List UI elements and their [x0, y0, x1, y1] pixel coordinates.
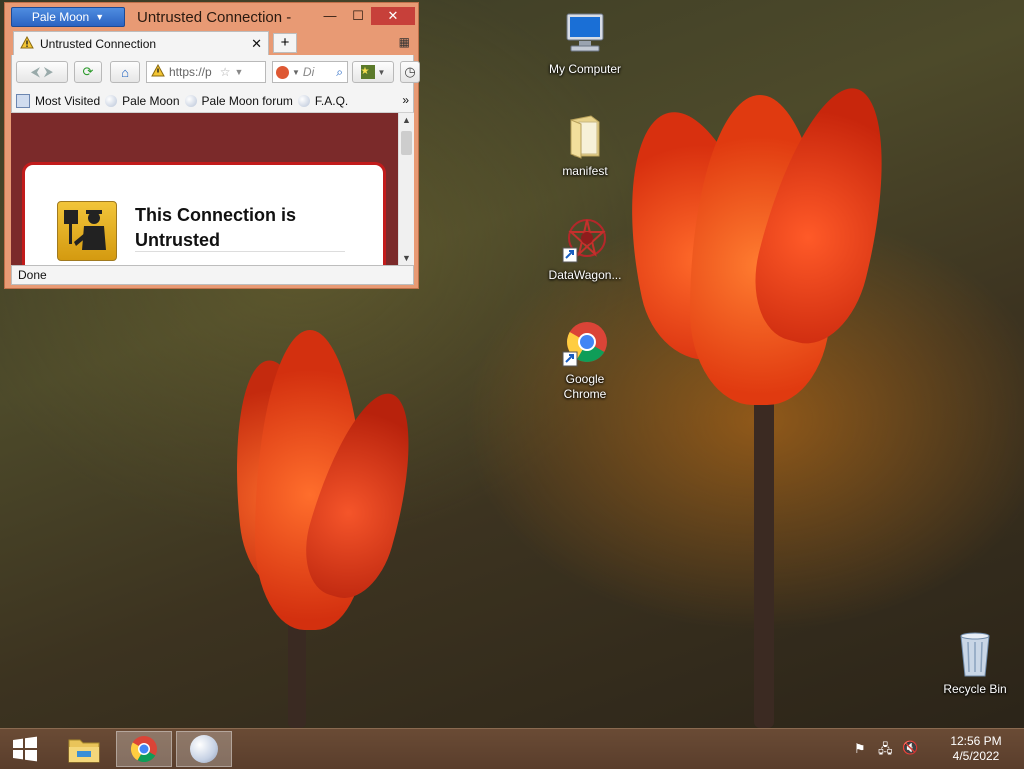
pale-moon-menu-button[interactable]: Pale Moon ▼	[11, 7, 125, 27]
most-visited-icon	[16, 93, 30, 108]
taskbar-google-chrome[interactable]	[116, 731, 172, 767]
forward-arrow-icon[interactable]: ⮞	[44, 64, 53, 80]
bookmark-faq[interactable]: F.A.Q.	[315, 94, 348, 108]
desktop-icon-google-chrome[interactable]: Google Chrome	[543, 320, 627, 402]
datawagon-icon	[561, 216, 609, 264]
bookmarks-star-icon: ★	[360, 65, 375, 79]
maximize-button[interactable]: ☐	[345, 7, 371, 25]
bookmark-star-icon[interactable]: ☆	[220, 65, 231, 79]
desktop-icon-my-computer[interactable]: My Computer	[543, 10, 627, 77]
chrome-icon	[130, 736, 157, 763]
file-explorer-icon	[68, 739, 100, 763]
error-card: This Connection is Untrusted	[25, 165, 383, 265]
globe-icon	[297, 94, 310, 107]
heading-divider	[135, 251, 345, 252]
taskbar: ⚑ 🖧 🔇 12:56 PM 4/5/2022	[0, 728, 1024, 769]
warning-icon	[20, 35, 34, 52]
globe-icon	[184, 94, 197, 107]
dropdown-arrow-icon: ▼	[95, 12, 105, 22]
folder-icon	[561, 112, 609, 160]
tab-close-icon[interactable]: ✕	[251, 36, 262, 52]
url-dropdown-icon[interactable]: ▼	[234, 67, 243, 77]
desktop-icon-label: Recycle Bin	[943, 682, 1007, 696]
search-engine-dropdown-icon[interactable]: ▼	[292, 68, 300, 77]
history-clock-icon: ◷	[404, 64, 416, 79]
volume-muted-icon[interactable]: 🔇	[902, 740, 918, 756]
back-arrow-icon[interactable]: ⮜	[31, 64, 40, 80]
clock-date: 4/5/2022	[952, 749, 1000, 763]
bookmark-pale-moon[interactable]: Pale Moon	[122, 94, 179, 108]
history-button[interactable]: ◷	[400, 61, 420, 83]
home-icon: ⌂	[121, 64, 129, 80]
home-button[interactable]: ⌂	[110, 61, 140, 83]
start-button[interactable]	[0, 731, 50, 767]
desktop-icon-datawagon[interactable]: DataWagon...	[543, 216, 627, 283]
clock[interactable]: 12:56 PM 4/5/2022	[946, 734, 1006, 764]
globe-icon	[105, 94, 118, 107]
bookmarks-toolbar: Most Visited Pale Moon Pale Moon forum F…	[11, 89, 414, 113]
pale-moon-icon	[190, 735, 218, 763]
tab-strip: Untrusted Connection ✕ + ▦	[11, 31, 414, 55]
url-bar[interactable]: https://p ☆ ▼	[146, 61, 266, 83]
scroll-up-arrow-icon[interactable]: ▲	[399, 113, 414, 127]
url-text[interactable]: https://p	[169, 65, 212, 79]
taskbar-pale-moon[interactable]	[176, 731, 232, 767]
desktop-icon-recycle-bin[interactable]: Recycle Bin	[933, 630, 1017, 697]
computer-icon	[561, 10, 609, 58]
clock-time: 12:56 PM	[950, 734, 1002, 748]
bookmarks-menu-button[interactable]: ★ ▼	[352, 61, 394, 83]
officer-icon	[57, 201, 117, 261]
scroll-thumb[interactable]	[401, 131, 412, 155]
bookmark-most-visited[interactable]: Most Visited	[35, 94, 100, 108]
app-button-label: Pale Moon	[31, 10, 90, 24]
system-tray: ⚑ 🖧 🔇 12:56 PM 4/5/2022	[854, 729, 1024, 769]
new-tab-button[interactable]: +	[273, 33, 297, 53]
window-title: Untrusted Connection -	[137, 9, 292, 26]
tab-untrusted-connection[interactable]: Untrusted Connection ✕	[13, 31, 269, 55]
search-text[interactable]: Di	[303, 65, 314, 79]
desktop-icon-label: manifest	[562, 164, 608, 178]
warning-icon	[151, 63, 165, 80]
reload-icon: ⟳	[82, 64, 94, 79]
recycle-bin-icon	[951, 630, 999, 678]
duckduckgo-icon	[276, 65, 289, 79]
network-icon[interactable]: 🖧	[878, 740, 893, 762]
search-bar[interactable]: ▼ Di ⌕	[272, 61, 348, 83]
desktop-icon-label: Google Chrome	[563, 372, 607, 401]
navigation-toolbar: ⮜ ⮞ ⟳ ⌂ https://p ☆ ▼ ▼ Di ⌕ ★ ▼ ◷	[11, 55, 420, 89]
tab-label: Untrusted Connection	[40, 36, 157, 51]
bookmark-pale-moon-forum[interactable]: Pale Moon forum	[202, 94, 293, 108]
tulip-stem-left	[288, 620, 306, 728]
tulip-stem-right	[754, 390, 774, 728]
title-bar[interactable]: Pale Moon ▼ Untrusted Connection - — ☐ ✕	[5, 3, 418, 31]
desktop-icon-label: My Computer	[548, 62, 622, 76]
chrome-icon	[561, 320, 609, 368]
back-forward-button[interactable]: ⮜ ⮞	[16, 61, 68, 83]
desktop-icon-manifest[interactable]: manifest	[543, 112, 627, 179]
browser-window: Pale Moon ▼ Untrusted Connection - — ☐ ✕…	[4, 2, 420, 289]
vertical-scrollbar[interactable]: ▲ ▼	[398, 113, 414, 265]
taskbar-file-explorer[interactable]	[56, 731, 112, 767]
minimize-button[interactable]: —	[317, 7, 343, 25]
page-content: This Connection is Untrusted	[11, 113, 398, 265]
close-button[interactable]: ✕	[371, 7, 415, 25]
tab-list-icon[interactable]: ▦	[399, 35, 410, 49]
bookmarks-overflow-button[interactable]: »	[402, 93, 409, 107]
reload-button[interactable]: ⟳	[74, 61, 102, 83]
action-center-flag-icon[interactable]: ⚑	[854, 741, 866, 757]
status-bar: Done	[11, 265, 414, 285]
error-heading: This Connection is Untrusted	[135, 205, 297, 250]
scroll-down-arrow-icon[interactable]: ▼	[399, 251, 414, 265]
dropdown-arrow-icon: ▼	[377, 67, 386, 77]
windows-logo-icon	[13, 736, 37, 762]
search-icon[interactable]: ⌕	[336, 65, 343, 80]
desktop-icon-label: DataWagon...	[548, 268, 622, 282]
